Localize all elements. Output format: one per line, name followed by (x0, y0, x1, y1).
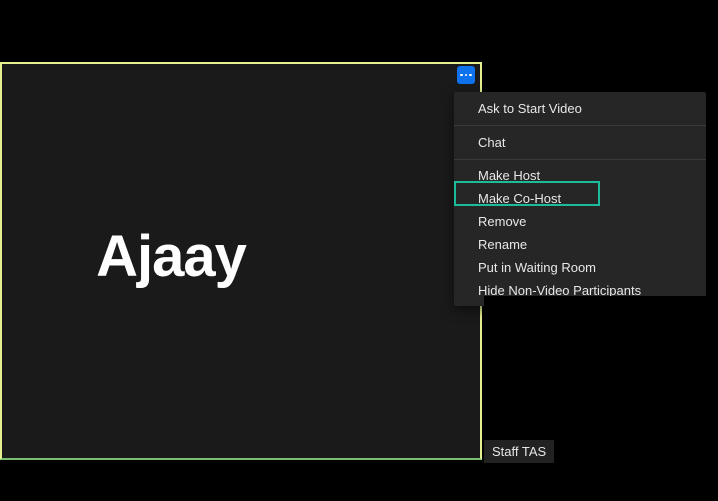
menu-item-remove[interactable]: Remove (454, 210, 706, 233)
menu-item-make-cohost[interactable]: Make Co-Host (454, 187, 706, 210)
participant-context-menu: Ask to Start Video Chat Make Host Make C… (454, 92, 706, 306)
secondary-video-tile[interactable] (484, 296, 718, 460)
participant-name-label: Ajaay (96, 223, 246, 290)
menu-item-chat[interactable]: Chat (454, 126, 706, 159)
more-options-button[interactable] (457, 66, 475, 84)
horizontal-dots-icon (460, 74, 472, 77)
participant-video-tile[interactable]: Ajaay (0, 62, 482, 460)
menu-item-put-waiting-room[interactable]: Put in Waiting Room (454, 256, 706, 279)
menu-item-ask-start-video[interactable]: Ask to Start Video (454, 92, 706, 125)
menu-item-rename[interactable]: Rename (454, 233, 706, 256)
secondary-tile-name-label: Staff TAS (484, 440, 554, 463)
menu-item-make-host[interactable]: Make Host (454, 164, 706, 187)
